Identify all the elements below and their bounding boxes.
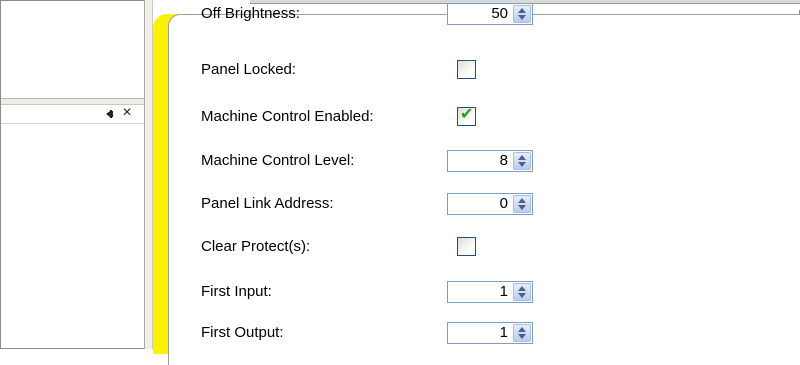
spinner-value: 8 [499, 152, 508, 169]
spin-buttons[interactable] [513, 5, 531, 23]
property-label: Panel Link Address: [201, 195, 334, 212]
close-icon[interactable]: × [119, 104, 135, 122]
property-label: Machine Control Level: [201, 152, 355, 169]
properties-panel: Off Brightness: 50 Panel Locked: Machine… [168, 3, 800, 365]
spin-buttons[interactable] [513, 283, 531, 301]
spin-buttons[interactable] [513, 152, 531, 170]
spinner-value: 50 [491, 5, 508, 22]
spin-buttons[interactable] [513, 324, 531, 342]
first-input-spinner[interactable]: 1 [447, 281, 533, 303]
checkmark-icon: ✔ [460, 106, 474, 123]
panel-locked-checkbox[interactable] [457, 60, 476, 79]
left-docked-pane: × [1, 1, 144, 348]
property-label: Clear Protect(s): [201, 238, 311, 255]
pane-splitter[interactable] [144, 0, 153, 349]
left-pane-upper-area [1, 1, 144, 99]
machine-control-level-spinner[interactable]: 8 [447, 150, 533, 172]
clear-protects-checkbox[interactable] [457, 237, 476, 256]
first-output-spinner[interactable]: 1 [447, 322, 533, 344]
left-pane-titlebar: × [1, 104, 144, 124]
spin-buttons[interactable] [513, 195, 531, 213]
pin-icon[interactable] [100, 106, 116, 122]
spinner-value: 1 [499, 324, 508, 341]
machine-control-enabled-checkbox[interactable]: ✔ [457, 106, 476, 126]
spinner-value: 0 [499, 195, 508, 212]
property-label: Off Brightness: [201, 5, 300, 22]
spinner-value: 1 [499, 283, 508, 300]
property-label: Machine Control Enabled: [201, 108, 374, 125]
property-label: First Output: [201, 324, 284, 341]
panel-link-address-spinner[interactable]: 0 [447, 193, 533, 215]
off-brightness-spinner[interactable]: 50 [447, 3, 533, 25]
property-label: Panel Locked: [201, 61, 297, 78]
property-label: First Input: [201, 283, 272, 300]
